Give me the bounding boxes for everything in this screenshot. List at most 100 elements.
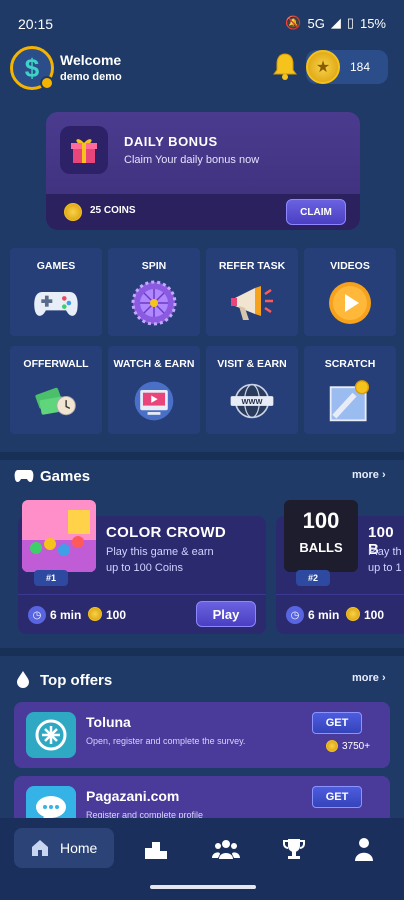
- daily-bonus-title: DAILY BONUS: [124, 134, 218, 149]
- offer-description: Open, register and complete the survey.: [86, 736, 246, 746]
- offer-title: Toluna: [86, 714, 131, 730]
- game-description: Play th: [368, 546, 402, 558]
- tile-label: VIDEOS: [330, 260, 370, 272]
- nav-referrals[interactable]: [212, 836, 240, 862]
- offer-card[interactable]: Toluna Open, register and complete the s…: [14, 702, 390, 768]
- thumb-text: 100: [302, 508, 340, 533]
- status-bar: 20:15 🔕 5G ◢ ▯ 15%: [0, 0, 404, 44]
- game-coins: 100: [364, 608, 385, 622]
- avatar[interactable]: $: [10, 46, 54, 90]
- username: demo demo: [60, 71, 122, 83]
- offer-title: Pagazani.com: [86, 788, 180, 804]
- home-indicator: [150, 885, 256, 889]
- game-rank-badge: #1: [34, 570, 68, 586]
- thumb-text: BALLS: [299, 540, 343, 555]
- toluna-logo-icon: [26, 712, 76, 758]
- tile-label: SCRATCH: [324, 358, 376, 370]
- bottom-navigation: Home: [0, 818, 404, 900]
- globe-icon: WWW: [229, 380, 275, 422]
- game-title: COLOR CROWD: [106, 524, 226, 541]
- tile-label: REFER TASK: [218, 260, 286, 272]
- nav-leaderboard[interactable]: [142, 836, 170, 862]
- gift-icon: [60, 126, 108, 174]
- game-duration: 6 min: [50, 608, 82, 622]
- clock-icon: ◷: [286, 606, 304, 624]
- money-icon: [33, 380, 79, 422]
- daily-bonus-footer: 25 COINS CLAIM: [46, 194, 360, 230]
- nav-profile[interactable]: [350, 836, 378, 862]
- coin-icon: [88, 607, 102, 621]
- nav-rewards[interactable]: [280, 836, 308, 862]
- dollar-icon: $: [24, 52, 40, 83]
- spin-wheel-icon: [131, 280, 177, 326]
- daily-bonus-coins: 25 COINS: [90, 205, 136, 216]
- svg-text:WWW: WWW: [242, 397, 263, 406]
- game-coins: 100: [106, 608, 127, 622]
- tile-spin[interactable]: SPIN: [108, 248, 200, 336]
- game-thumbnail: 100 BALLS: [284, 500, 358, 572]
- coin-icon: [346, 607, 360, 621]
- daily-bonus-card[interactable]: DAILY BONUS Claim Your daily bonus now 2…: [46, 112, 360, 230]
- game-card-footer: ◷ 6 min 100: [276, 594, 404, 634]
- drop-icon: [17, 671, 29, 688]
- video-icon: [131, 380, 177, 422]
- coin-icon: ★: [306, 50, 340, 84]
- more-label: more: [352, 469, 379, 481]
- bell-icon[interactable]: [272, 52, 298, 80]
- offers-section-title: Top offers: [40, 672, 113, 689]
- avatar-badge: [40, 76, 54, 90]
- user-icon: [355, 838, 373, 861]
- megaphone-icon: [229, 282, 275, 324]
- users-icon: [212, 840, 240, 859]
- gamepad-icon: [14, 470, 34, 482]
- offers-more-link[interactable]: more ›: [352, 672, 386, 684]
- tile-label: SPIN: [141, 260, 167, 272]
- game-rank-badge: #2: [296, 570, 330, 586]
- tile-refer-task[interactable]: REFER TASK: [206, 248, 298, 336]
- tile-label: OFFERWALL: [23, 358, 89, 370]
- get-button[interactable]: GET: [312, 786, 362, 808]
- coin-icon: [64, 203, 82, 221]
- game-duration: 6 min: [308, 608, 340, 622]
- section-divider: [0, 452, 404, 460]
- network-label: 5G: [307, 15, 325, 31]
- status-icons: 🔕 5G ◢ ▯ 15%: [285, 15, 386, 31]
- games-section-title: Games: [40, 468, 91, 485]
- section-divider: [0, 648, 404, 656]
- games-more-link[interactable]: more ›: [352, 469, 386, 481]
- game-description: Play this game & earn: [106, 546, 214, 558]
- tile-offerwall[interactable]: OFFERWALL: [10, 346, 102, 434]
- nav-home-label: Home: [60, 840, 98, 856]
- offer-coins: 3750+: [342, 740, 371, 752]
- signal-icon: ◢: [330, 15, 341, 30]
- tile-label: VISIT & EARN: [217, 358, 287, 370]
- feature-grid: GAMES SPIN REFER TASK VIDEOS OFFERWALL W…: [10, 248, 396, 438]
- coin-amount: 184: [350, 60, 371, 74]
- claim-button[interactable]: CLAIM: [286, 199, 346, 225]
- tile-games[interactable]: GAMES: [10, 248, 102, 336]
- clock-icon: ◷: [28, 606, 46, 624]
- game-thumbnail: [22, 500, 96, 572]
- status-time: 20:15: [18, 16, 54, 32]
- tile-label: WATCH & EARN: [113, 358, 195, 370]
- play-button[interactable]: Play: [196, 601, 256, 627]
- battery-icon: ▯: [346, 15, 354, 30]
- podium-icon: [145, 842, 167, 859]
- nav-home[interactable]: Home: [14, 828, 114, 868]
- tile-videos[interactable]: VIDEOS: [304, 248, 396, 336]
- coin-icon: [326, 740, 338, 752]
- gamepad-icon: [33, 282, 79, 324]
- more-label: more: [352, 672, 379, 684]
- app-header: $ Welcome demo demo ★ 184: [0, 44, 404, 96]
- home-icon: [32, 840, 48, 856]
- tile-watch-earn[interactable]: WATCH & EARN: [108, 346, 200, 434]
- get-button[interactable]: GET: [312, 712, 362, 734]
- game-description: up to 1: [368, 562, 402, 574]
- coin-balance[interactable]: ★ 184: [306, 50, 388, 84]
- tile-scratch[interactable]: SCRATCH: [304, 346, 396, 434]
- play-icon: [327, 282, 373, 324]
- welcome-title: Welcome: [60, 52, 122, 68]
- tile-visit-earn[interactable]: VISIT & EARN WWW: [206, 346, 298, 434]
- offer-reward: 3750+: [326, 740, 370, 752]
- game-card-footer: ◷ 6 min 100 Play: [18, 594, 266, 634]
